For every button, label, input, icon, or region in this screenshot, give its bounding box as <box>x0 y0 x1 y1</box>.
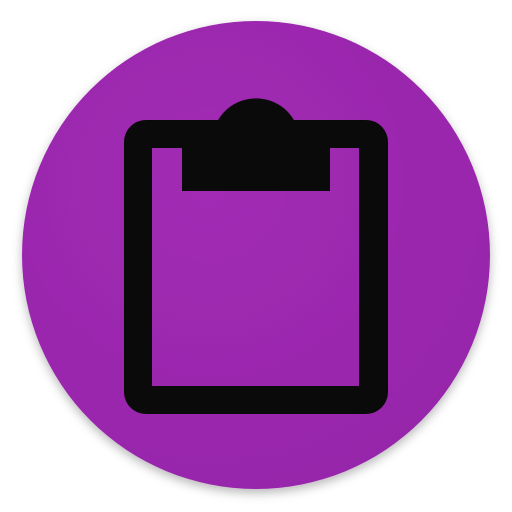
background-circle <box>22 21 490 489</box>
app-launcher-icon[interactable] <box>0 0 512 512</box>
app-icon-canvas <box>0 0 512 512</box>
